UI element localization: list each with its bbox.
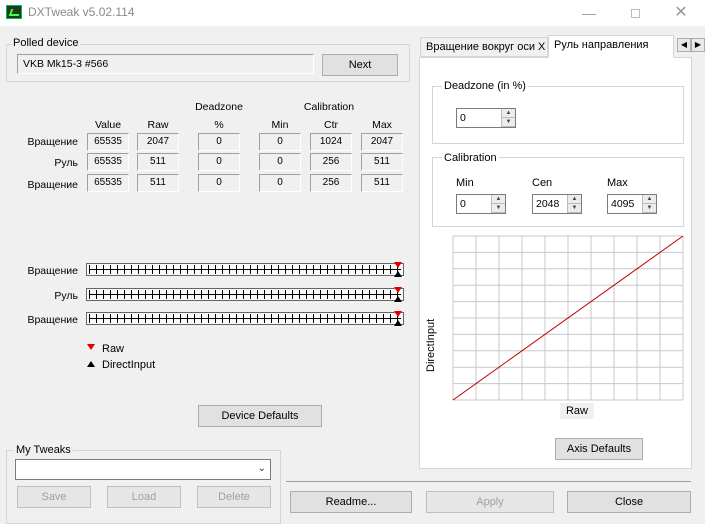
deadzone-spinner[interactable]: 0 ▲ ▼ <box>456 108 516 128</box>
tab-scroll-right-button[interactable]: ▶ <box>691 38 705 52</box>
raw-marker-icon <box>394 287 402 293</box>
min-cell: 0 <box>259 133 301 151</box>
value-cell: 65535 <box>87 174 129 192</box>
axis-slider-track <box>86 288 404 301</box>
close-window-button[interactable]: ✕ <box>658 0 704 26</box>
ctr-cell: 256 <box>310 153 352 171</box>
min-header: Min <box>271 119 289 131</box>
load-button[interactable]: Load <box>107 486 181 508</box>
tweaks-dropdown[interactable]: ⌄ <box>15 459 271 480</box>
delete-button[interactable]: Delete <box>197 486 271 508</box>
deadzone-cell: 0 <box>198 174 240 192</box>
spin-up-icon[interactable]: ▲ <box>568 195 581 204</box>
calibration-header: Calibration <box>303 101 355 113</box>
slider-label: Вращение <box>27 314 78 326</box>
chevron-down-icon: ⌄ <box>257 463 266 474</box>
min-cell: 0 <box>259 174 301 192</box>
max-cell: 511 <box>361 174 403 192</box>
spin-down-icon[interactable]: ▼ <box>492 204 505 213</box>
raw-cell: 511 <box>137 153 179 171</box>
spin-down-icon[interactable]: ▼ <box>643 204 656 213</box>
axis-slider-track <box>86 312 404 325</box>
tab-rudder[interactable]: Руль направления <box>548 35 674 58</box>
calibration-legend: Calibration <box>442 152 499 164</box>
device-defaults-button[interactable]: Device Defaults <box>198 405 322 427</box>
directinput-marker-icon <box>394 296 402 302</box>
polled-device-name: VKB Mk15-3 #566 <box>23 58 109 70</box>
axis-defaults-button[interactable]: Axis Defaults <box>555 438 643 460</box>
bottom-divider <box>286 481 691 482</box>
max-cell: 511 <box>361 153 403 171</box>
calibration-group <box>432 157 684 227</box>
deadzone-percent-header: % <box>214 119 224 131</box>
polled-device-field: VKB Mk15-3 #566 <box>17 54 314 74</box>
spin-down-icon[interactable]: ▼ <box>568 204 581 213</box>
response-curve-chart <box>452 235 684 401</box>
minimize-button[interactable]: — <box>566 0 612 26</box>
next-button[interactable]: Next <box>322 54 398 76</box>
row-label: Вращение <box>27 136 78 148</box>
graph-xlabel: Raw <box>560 403 594 419</box>
cal-min-spinner[interactable]: 0 ▲ ▼ <box>456 194 506 214</box>
readme-button[interactable]: Readme... <box>290 491 412 513</box>
value-header: Value <box>94 119 122 131</box>
directinput-legend-icon <box>87 361 95 367</box>
maximize-button[interactable] <box>612 0 658 26</box>
ctr-cell: 256 <box>310 174 352 192</box>
deadzone-header: Deadzone <box>195 101 243 113</box>
tab-scroll-left-button[interactable]: ◀ <box>677 38 691 52</box>
deadzone-legend: Deadzone (in %) <box>442 80 528 92</box>
raw-marker-icon <box>394 311 402 317</box>
directinput-marker-icon <box>394 320 402 326</box>
my-tweaks-legend: My Tweaks <box>14 444 73 456</box>
cal-min-value: 0 <box>460 198 466 210</box>
max-cell: 2047 <box>361 133 403 151</box>
cal-cen-label: Cen <box>532 177 553 189</box>
cal-max-spinner[interactable]: 4095 ▲ ▼ <box>607 194 657 214</box>
spin-up-icon[interactable]: ▲ <box>502 109 515 118</box>
value-cell: 65535 <box>87 133 129 151</box>
cal-max-value: 4095 <box>611 198 635 210</box>
row-label: Руль <box>54 157 78 169</box>
apply-button[interactable]: Apply <box>426 491 554 513</box>
spin-up-icon[interactable]: ▲ <box>492 195 505 204</box>
deadzone-cell: 0 <box>198 133 240 151</box>
maximize-icon <box>630 9 640 18</box>
row-label: Вращение <box>27 179 78 191</box>
app-icon <box>6 5 22 19</box>
polled-device-legend: Polled device <box>11 37 81 49</box>
value-cell: 65535 <box>87 153 129 171</box>
ctr-header: Ctr <box>324 119 338 131</box>
deadzone-value: 0 <box>460 112 466 124</box>
cal-min-label: Min <box>456 177 474 189</box>
directinput-legend-label: DirectInput <box>102 359 156 371</box>
spin-down-icon[interactable]: ▼ <box>502 118 515 127</box>
raw-cell: 2047 <box>137 133 179 151</box>
deadzone-cell: 0 <box>198 153 240 171</box>
cal-cen-spinner[interactable]: 2048 ▲ ▼ <box>532 194 582 214</box>
raw-header: Raw <box>147 119 169 131</box>
axis-slider-track <box>86 263 404 276</box>
slider-label: Руль <box>54 290 78 302</box>
window-title: DXTweak v5.02.114 <box>28 5 135 19</box>
graph-ylabel: DirectInput <box>425 318 437 372</box>
min-cell: 0 <box>259 153 301 171</box>
ctr-cell: 1024 <box>310 133 352 151</box>
raw-cell: 511 <box>137 174 179 192</box>
max-header: Max <box>372 119 392 131</box>
cal-cen-value: 2048 <box>536 198 560 210</box>
raw-legend-label: Raw <box>102 343 125 355</box>
slider-label: Вращение <box>27 265 78 277</box>
save-button[interactable]: Save <box>17 486 91 508</box>
cal-max-label: Max <box>607 177 628 189</box>
tab-rotation-x[interactable]: Вращение вокруг оси X <box>420 37 548 57</box>
directinput-marker-icon <box>394 271 402 277</box>
spin-up-icon[interactable]: ▲ <box>643 195 656 204</box>
close-button[interactable]: Close <box>567 491 691 513</box>
raw-marker-icon <box>394 262 402 268</box>
raw-legend-icon <box>87 344 95 350</box>
